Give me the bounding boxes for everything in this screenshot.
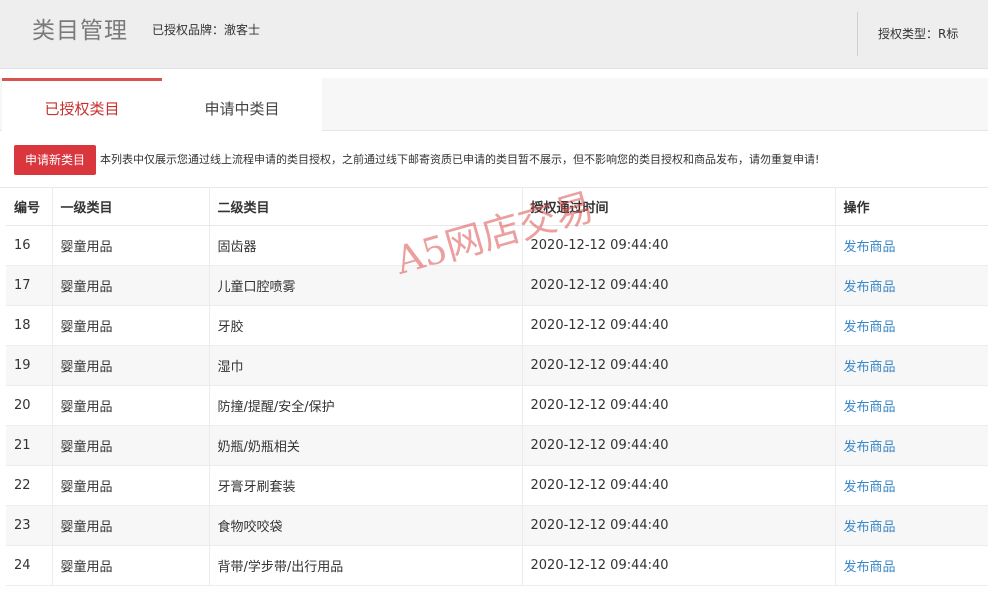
table-header-row: 编号 一级类目 二级类目 授权通过时间 操作 <box>6 187 988 226</box>
table-row: 17 婴童用品 儿童口腔喷雾 2020-12-12 09:44:40 发布商品 <box>6 265 988 306</box>
cell-time: 2020-12-12 09:44:40 <box>521 265 835 306</box>
column-header-level1: 一级类目 <box>51 187 209 226</box>
cell-level2: 儿童口腔喷雾 <box>208 265 522 306</box>
publish-product-link[interactable]: 发布商品 <box>844 240 896 255</box>
table-row: 18 婴童用品 牙胶 2020-12-12 09:44:40 发布商品 <box>6 305 988 346</box>
table-row: 24 婴童用品 背带/学步带/出行用品 2020-12-12 09:44:40 … <box>6 545 988 586</box>
cell-id: 24 <box>6 545 52 586</box>
cell-level1: 婴童用品 <box>51 425 209 466</box>
tab-authorized-categories[interactable]: 已授权类目 <box>2 78 162 131</box>
cell-time: 2020-12-12 09:44:40 <box>521 225 835 266</box>
cell-level1: 婴童用品 <box>51 505 209 546</box>
publish-product-link[interactable]: 发布商品 <box>844 280 896 295</box>
cell-level1: 婴童用品 <box>51 465 209 506</box>
cell-action: 发布商品 <box>834 545 988 586</box>
cell-level2: 固齿器 <box>208 225 522 266</box>
table-row: 16 婴童用品 固齿器 2020-12-12 09:44:40 发布商品 <box>6 225 988 266</box>
publish-product-link[interactable]: 发布商品 <box>844 400 896 415</box>
publish-product-link[interactable]: 发布商品 <box>844 360 896 375</box>
cell-action: 发布商品 <box>834 305 988 346</box>
cell-action: 发布商品 <box>834 265 988 306</box>
cell-id: 16 <box>6 225 52 266</box>
cell-level1: 婴童用品 <box>51 545 209 586</box>
notice-text: 本列表中仅展示您通过线上流程申请的类目授权，之前通过线下邮寄资质已申请的类目暂不… <box>100 153 820 166</box>
cell-level2: 湿巾 <box>208 345 522 386</box>
cell-level1: 婴童用品 <box>51 225 209 266</box>
cell-id: 18 <box>6 305 52 346</box>
cell-level1: 婴童用品 <box>51 385 209 426</box>
publish-product-link[interactable]: 发布商品 <box>844 440 896 455</box>
authorized-brand: 已授权品牌：澈客士 <box>152 22 260 38</box>
cell-id: 17 <box>6 265 52 306</box>
column-header-time: 授权通过时间 <box>521 187 835 226</box>
brand-label: 已授权品牌： <box>152 23 225 37</box>
cell-level2: 背带/学步带/出行用品 <box>208 545 522 586</box>
cell-level1: 婴童用品 <box>51 265 209 306</box>
cell-id: 21 <box>6 425 52 466</box>
page-header: 类目管理 已授权品牌：澈客士 授权类型：R标 <box>0 0 988 69</box>
publish-product-link[interactable]: 发布商品 <box>844 320 896 335</box>
cell-level1: 婴童用品 <box>51 305 209 346</box>
category-tabs: 已授权类目 申请中类目 <box>0 78 988 131</box>
page-title: 类目管理 <box>32 18 128 44</box>
cell-action: 发布商品 <box>834 425 988 466</box>
cell-id: 22 <box>6 465 52 506</box>
column-header-id: 编号 <box>6 187 52 226</box>
publish-product-link[interactable]: 发布商品 <box>844 480 896 495</box>
cell-level1: 婴童用品 <box>51 345 209 386</box>
cell-time: 2020-12-12 09:44:40 <box>521 345 835 386</box>
authorization-type: 授权类型：R标 <box>878 26 958 42</box>
cell-level2: 防撞/提醒/安全/保护 <box>208 385 522 426</box>
cell-id: 23 <box>6 505 52 546</box>
table-row: 20 婴童用品 防撞/提醒/安全/保护 2020-12-12 09:44:40 … <box>6 385 988 426</box>
cell-level2: 奶瓶/奶瓶相关 <box>208 425 522 466</box>
cell-level2: 牙胶 <box>208 305 522 346</box>
table-row: 22 婴童用品 牙膏牙刷套装 2020-12-12 09:44:40 发布商品 <box>6 465 988 506</box>
cell-id: 19 <box>6 345 52 386</box>
publish-product-link[interactable]: 发布商品 <box>844 560 896 575</box>
auth-type-label: 授权类型： <box>878 27 939 41</box>
column-header-action: 操作 <box>834 187 988 226</box>
header-divider <box>857 12 858 56</box>
auth-type-value: R标 <box>938 27 959 41</box>
cell-level2: 食物咬咬袋 <box>208 505 522 546</box>
cell-action: 发布商品 <box>834 505 988 546</box>
cell-time: 2020-12-12 09:44:40 <box>521 465 835 506</box>
category-table: 编号 一级类目 二级类目 授权通过时间 操作 16 婴童用品 固齿器 2020-… <box>6 187 988 586</box>
cell-id: 20 <box>6 385 52 426</box>
cell-time: 2020-12-12 09:44:40 <box>521 385 835 426</box>
cell-action: 发布商品 <box>834 345 988 386</box>
apply-new-category-button[interactable]: 申请新类目 <box>14 145 96 175</box>
publish-product-link[interactable]: 发布商品 <box>844 520 896 535</box>
table-row: 21 婴童用品 奶瓶/奶瓶相关 2020-12-12 09:44:40 发布商品 <box>6 425 988 466</box>
cell-time: 2020-12-12 09:44:40 <box>521 505 835 546</box>
cell-action: 发布商品 <box>834 225 988 266</box>
cell-level2: 牙膏牙刷套装 <box>208 465 522 506</box>
column-header-level2: 二级类目 <box>208 187 522 226</box>
table-row: 23 婴童用品 食物咬咬袋 2020-12-12 09:44:40 发布商品 <box>6 505 988 546</box>
cell-action: 发布商品 <box>834 385 988 426</box>
tab-pending-categories[interactable]: 申请中类目 <box>162 78 322 131</box>
cell-action: 发布商品 <box>834 465 988 506</box>
brand-value: 澈客士 <box>224 23 261 37</box>
cell-time: 2020-12-12 09:44:40 <box>521 545 835 586</box>
cell-time: 2020-12-12 09:44:40 <box>521 305 835 346</box>
notice-bar: 申请新类目 本列表中仅展示您通过线上流程申请的类目授权，之前通过线下邮寄资质已申… <box>0 131 988 188</box>
table-row: 19 婴童用品 湿巾 2020-12-12 09:44:40 发布商品 <box>6 345 988 386</box>
cell-time: 2020-12-12 09:44:40 <box>521 425 835 466</box>
